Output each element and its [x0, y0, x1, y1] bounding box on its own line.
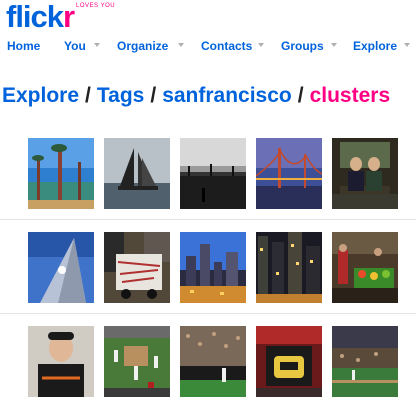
nav-home[interactable]: Home	[7, 37, 40, 55]
nav-explore-chevron-down-icon[interactable]	[404, 43, 410, 47]
photo-city-night-lights[interactable]	[256, 232, 322, 303]
nav-explore[interactable]: Explore	[353, 37, 397, 55]
nav-contacts-chevron-down-icon[interactable]	[258, 43, 264, 47]
breadcrumb-explore[interactable]: Explore	[2, 84, 79, 107]
photo-bay-bridge-dusk[interactable]	[256, 138, 322, 209]
photo-city-skyline-dusk[interactable]	[180, 232, 246, 303]
photo-road-to-history-sign[interactable]	[256, 326, 322, 397]
photo-pier-black-white[interactable]	[180, 138, 246, 209]
logo-text-main: flick	[6, 0, 64, 34]
nav-groups-chevron-down-icon[interactable]	[331, 43, 337, 47]
nav-contacts[interactable]: Contacts	[201, 37, 252, 55]
nav-groups[interactable]: Groups	[281, 37, 324, 55]
photo-produce-market[interactable]	[332, 232, 398, 303]
photo-baseball-field-action[interactable]	[104, 326, 170, 397]
logo-text-accent: r	[63, 0, 75, 34]
cluster-divider	[0, 313, 416, 314]
photo-palm-trees-bay[interactable]	[28, 138, 94, 209]
main-nav: Home You Organize Contacts Groups Explor…	[0, 37, 416, 55]
nav-you[interactable]: You	[64, 37, 86, 55]
breadcrumb-separator: /	[297, 84, 304, 107]
logo-wordmark: flickr	[6, 0, 75, 34]
cluster-divider	[0, 219, 416, 220]
flickr-logo[interactable]: flickr LOVES YOU	[6, 0, 115, 34]
photo-man-in-cap[interactable]	[28, 326, 94, 397]
breadcrumb-sanfrancisco[interactable]: sanfrancisco	[162, 84, 292, 107]
photo-ballpark-crowd[interactable]	[180, 326, 246, 397]
photo-transamerica-pyramid[interactable]	[28, 232, 94, 303]
page-title: Explore / Tags / sanfrancisco / clusters	[2, 82, 390, 110]
nav-you-chevron-down-icon[interactable]	[94, 43, 100, 47]
nav-organize-chevron-down-icon[interactable]	[178, 43, 184, 47]
photo-ballpark-stands[interactable]	[332, 326, 398, 397]
photo-two-people-on-bench[interactable]	[332, 138, 398, 209]
breadcrumb-current-clusters: clusters	[309, 84, 391, 107]
photo-sailboat[interactable]	[104, 138, 170, 209]
photo-graffiti-truck[interactable]	[104, 232, 170, 303]
nav-organize[interactable]: Organize	[117, 37, 168, 55]
breadcrumb-separator: /	[85, 84, 91, 107]
breadcrumb-separator: /	[150, 84, 157, 107]
logo-tagline: LOVES YOU	[76, 3, 116, 9]
breadcrumb-tags[interactable]: Tags	[97, 84, 144, 107]
